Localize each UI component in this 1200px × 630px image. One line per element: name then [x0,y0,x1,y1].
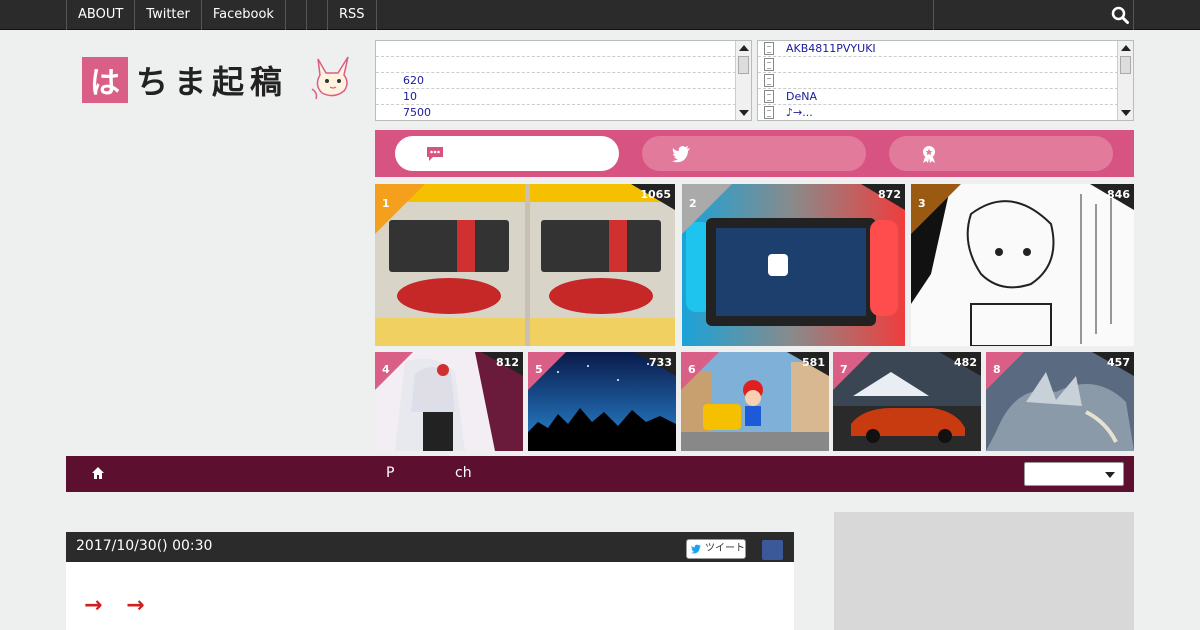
rank-corner [833,352,871,390]
category-nav: P ch [66,456,1134,492]
ranking-tile-7[interactable]: 7 482 [833,352,981,451]
article-date: 2017/10/30() 00:30 [76,538,213,554]
view-count: 872 [878,188,901,201]
article-title[interactable]: → → [84,593,153,618]
rss-item[interactable] [376,41,751,57]
scroll-up-icon[interactable] [1121,45,1131,51]
view-count: 581 [802,356,825,369]
rank-number: 2 [689,197,697,210]
document-icon [764,106,774,119]
rank-number: 8 [993,363,1001,376]
chevron-down-icon [1105,472,1115,478]
ranking-tab-bar [375,130,1134,177]
nav-facebook-link[interactable]: Facebook [200,0,285,30]
document-icon [764,42,774,55]
twitter-bird-icon [672,146,690,163]
rank-number: 7 [840,363,848,376]
rank-number: 6 [688,363,696,376]
rss-item-label: ♪→... [786,106,813,119]
scroll-thumb[interactable] [738,56,749,74]
rss-item[interactable]: 10 [376,89,751,105]
rank-number: 1 [382,197,390,210]
scroll-down-icon[interactable] [739,110,749,116]
scroll-down-icon[interactable] [1121,110,1131,116]
scrollbar[interactable] [735,41,751,120]
nav-empty-link-1[interactable] [284,0,306,30]
rss-item[interactable]: ♪→... [758,105,1133,120]
facebook-share-button[interactable] [762,540,783,560]
logo-text: ちま起稿 [136,63,289,101]
view-count: 846 [1107,188,1130,201]
nav-empty-link-2[interactable] [305,0,327,30]
medal-icon [923,146,935,163]
rss-item[interactable] [758,57,1133,73]
nav-category-p[interactable]: P [386,465,394,481]
twitter-bird-icon [691,544,701,554]
ranking-tile-3[interactable]: 3 846 [911,184,1134,346]
top-nav: ABOUT Twitter Facebook RSS [66,0,377,30]
ranking-tile-1[interactable]: 1 1065 [375,184,675,346]
rank-corner [528,352,566,390]
nav-rss-link[interactable]: RSS [326,0,377,30]
document-icon [764,74,774,87]
rss-item[interactable] [376,57,751,73]
tab-twitter[interactable] [642,136,866,171]
rss-item-label: AKB4811PVYUKI [786,42,876,55]
tweet-label: ツイート [705,543,745,554]
tab-comments[interactable] [395,136,619,171]
rank-corner [681,352,719,390]
site-logo[interactable]: は ちま起稿 [82,55,349,105]
rss-item[interactable]: 7500 [376,105,751,120]
scroll-up-icon[interactable] [739,45,749,51]
rank-corner [986,352,1024,390]
ranking-tile-6[interactable]: 6 581 [681,352,829,451]
scrollbar[interactable] [1117,41,1133,120]
article-body: → → [66,562,794,630]
top-bar: ABOUT Twitter Facebook RSS [0,0,1200,30]
rss-item-label: DeNA [786,90,817,103]
view-count: 733 [649,356,672,369]
document-icon [764,90,774,103]
logo-mark: は [82,57,128,103]
nav-about-link[interactable]: ABOUT [66,0,134,30]
ranking-tile-5[interactable]: 5 733 [528,352,676,451]
tab-ranking[interactable] [889,136,1113,171]
rank-corner [375,352,413,390]
scroll-thumb[interactable] [1120,56,1131,74]
document-icon [764,58,774,71]
rank-number: 4 [382,363,390,376]
nav-twitter-link[interactable]: Twitter [134,0,201,30]
rank-number: 5 [535,363,543,376]
rank-number: 3 [918,197,926,210]
speech-bubble-icon [427,147,443,161]
view-count: 457 [1107,356,1130,369]
category-select[interactable] [1024,462,1124,486]
ranking-tile-8[interactable]: 8 457 [986,352,1134,451]
rss-item[interactable] [758,73,1133,89]
article-header: 2017/10/30() 00:30 ツイート [66,532,794,568]
ranking-tile-4[interactable]: 4 812 [375,352,523,451]
view-count: 482 [954,356,977,369]
view-count: 812 [496,356,519,369]
fox-mascot-icon [311,56,349,100]
rss-list-right: AKB4811PVYUKI DeNA ♪→... [757,40,1134,121]
ranking-tile-2[interactable]: 2 872 [682,184,905,346]
rss-item[interactable]: DeNA [758,89,1133,105]
rss-item[interactable]: 620 [376,73,751,89]
search-box[interactable] [933,0,1134,30]
rss-list-left: 620 10 7500 [375,40,752,121]
search-icon[interactable] [1111,6,1129,24]
tweet-button[interactable]: ツイート [686,539,746,559]
home-icon[interactable] [92,467,104,479]
view-count: 1065 [640,188,671,201]
sidebar-ad[interactable] [834,512,1134,630]
nav-category-ch[interactable]: ch [455,465,472,481]
rss-item[interactable]: AKB4811PVYUKI [758,41,1133,57]
